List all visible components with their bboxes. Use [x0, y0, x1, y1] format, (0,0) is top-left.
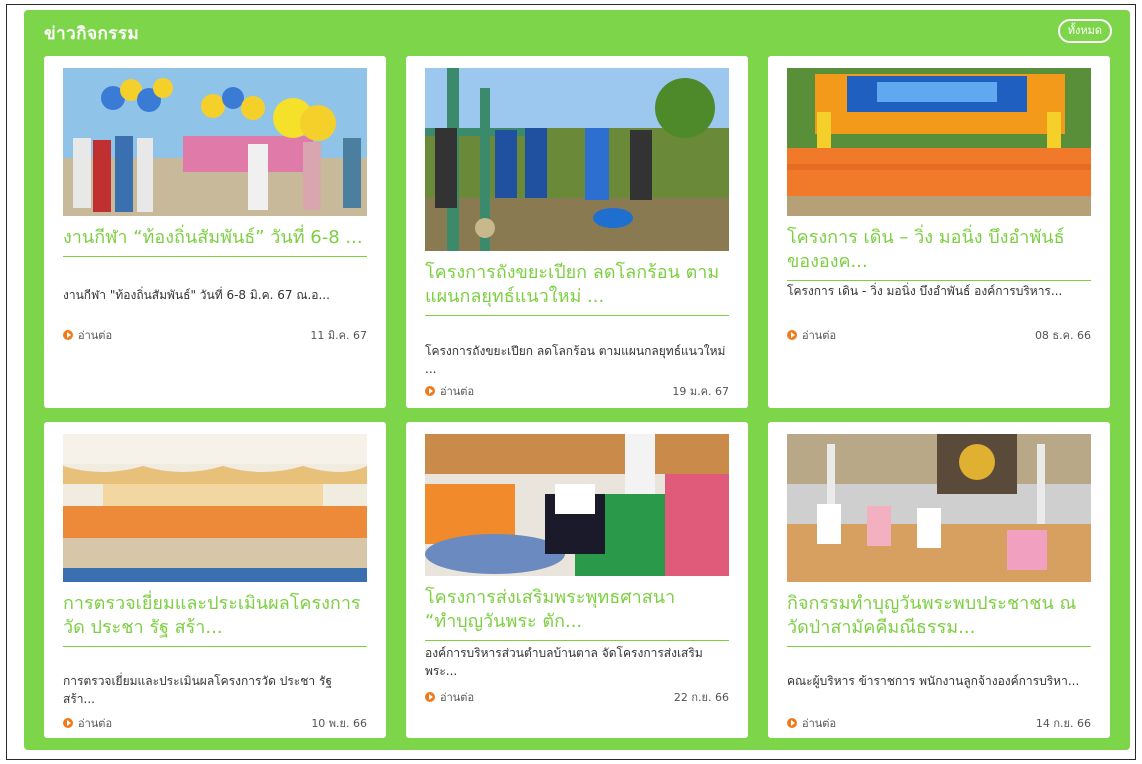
- news-card[interactable]: โครงการถังขยะเปียก ลดโลกร้อน ตามแผนกลยุท…: [406, 56, 748, 408]
- play-arrow-icon: [787, 330, 797, 340]
- read-more-link[interactable]: อ่านต่อ: [787, 326, 836, 344]
- read-more-link[interactable]: อ่านต่อ: [63, 326, 112, 344]
- play-arrow-icon: [787, 718, 797, 728]
- news-card[interactable]: งานกีฬา “ท้องถิ่นสัมพันธ์” วันที่ 6-8 ..…: [44, 56, 386, 408]
- news-card[interactable]: โครงการส่งเสริมพระพุทธศาสนา “ทำบุญวันพระ…: [406, 422, 748, 738]
- news-title[interactable]: โครงการส่งเสริมพระพุทธศาสนา “ทำบุญวันพระ…: [425, 586, 729, 641]
- news-meta: อ่านต่อ 22 ก.ย. 66: [425, 688, 729, 704]
- news-image[interactable]: [63, 68, 367, 216]
- news-image[interactable]: [425, 434, 729, 576]
- news-meta: อ่านต่อ 19 ม.ค. 67: [425, 382, 729, 398]
- news-card[interactable]: โครงการ เดิน – วิ่ง มอนิ่ง บึงอำพันธ์ ขอ…: [768, 56, 1110, 408]
- news-meta: อ่านต่อ 10 พ.ย. 66: [63, 714, 367, 730]
- read-more-label: อ่านต่อ: [802, 717, 837, 730]
- news-excerpt: คณะผู้บริหาร ข้าราชการ พนักงานลูกจ้างองค…: [787, 674, 1080, 688]
- news-date: 19 ม.ค. 67: [672, 385, 729, 398]
- read-more-link[interactable]: อ่านต่อ: [63, 714, 112, 732]
- play-arrow-icon: [63, 718, 73, 728]
- read-more-label: อ่านต่อ: [440, 691, 475, 704]
- section-title: ข่าวกิจกรรม: [44, 24, 140, 44]
- view-all-button[interactable]: ทั้งหมด: [1057, 19, 1112, 43]
- news-meta: อ่านต่อ 08 ธ.ค. 66: [787, 326, 1091, 342]
- news-title[interactable]: โครงการ เดิน – วิ่ง มอนิ่ง บึงอำพันธ์ ขอ…: [787, 226, 1091, 281]
- news-date: 14 ก.ย. 66: [1035, 717, 1091, 730]
- news-image[interactable]: [425, 68, 729, 251]
- news-title[interactable]: งานกีฬา “ท้องถิ่นสัมพันธ์” วันที่ 6-8 ..…: [63, 226, 367, 257]
- read-more-link[interactable]: อ่านต่อ: [425, 382, 474, 400]
- read-more-label: อ่านต่อ: [802, 329, 837, 342]
- news-date: 11 มิ.ค. 67: [310, 329, 367, 342]
- news-activities-panel: ข่าวกิจกรรม ทั้งหมด งานกีฬา “ท้องถิ่นสัม…: [24, 10, 1130, 750]
- news-date: 08 ธ.ค. 66: [1034, 329, 1091, 342]
- play-arrow-icon: [425, 386, 435, 396]
- news-date: 22 ก.ย. 66: [673, 691, 729, 704]
- news-excerpt: การตรวจเยี่ยมและประเมินผลโครงการวัด ประช…: [63, 674, 333, 706]
- news-excerpt: โครงการถังขยะเปียก ลดโลกร้อน ตามแผนกลยุท…: [425, 344, 726, 376]
- read-more-label: อ่านต่อ: [78, 329, 113, 342]
- play-arrow-icon: [63, 330, 73, 340]
- news-excerpt: องค์การบริหารส่วนตำบลบ้านตาล จัดโครงการส…: [425, 646, 703, 678]
- news-card[interactable]: การตรวจเยี่ยมและประเมินผลโครงการวัด ประช…: [44, 422, 386, 738]
- play-arrow-icon: [425, 692, 435, 702]
- read-more-link[interactable]: อ่านต่อ: [787, 714, 836, 732]
- news-title[interactable]: กิจกรรมทำบุญวันพระพบประชาชน ณ วัดป่าสามั…: [787, 592, 1091, 647]
- news-excerpt: โครงการ เดิน - วิ่ง มอนิ่ง บึงอำพันธ์ อง…: [787, 284, 1063, 298]
- news-meta: อ่านต่อ 11 มิ.ค. 67: [63, 326, 367, 342]
- news-title[interactable]: การตรวจเยี่ยมและประเมินผลโครงการวัด ประช…: [63, 592, 367, 647]
- news-date: 10 พ.ย. 66: [311, 717, 367, 730]
- news-card[interactable]: กิจกรรมทำบุญวันพระพบประชาชน ณ วัดป่าสามั…: [768, 422, 1110, 738]
- read-more-link[interactable]: อ่านต่อ: [425, 688, 474, 706]
- news-image[interactable]: [787, 434, 1091, 582]
- news-excerpt: งานกีฬา "ท้องถิ่นสัมพันธ์" วันที่ 6-8 มิ…: [63, 288, 330, 302]
- news-meta: อ่านต่อ 14 ก.ย. 66: [787, 714, 1091, 730]
- news-image[interactable]: [787, 68, 1091, 216]
- news-image[interactable]: [63, 434, 367, 582]
- news-title[interactable]: โครงการถังขยะเปียก ลดโลกร้อน ตามแผนกลยุท…: [425, 261, 729, 316]
- read-more-label: อ่านต่อ: [440, 385, 475, 398]
- read-more-label: อ่านต่อ: [78, 717, 113, 730]
